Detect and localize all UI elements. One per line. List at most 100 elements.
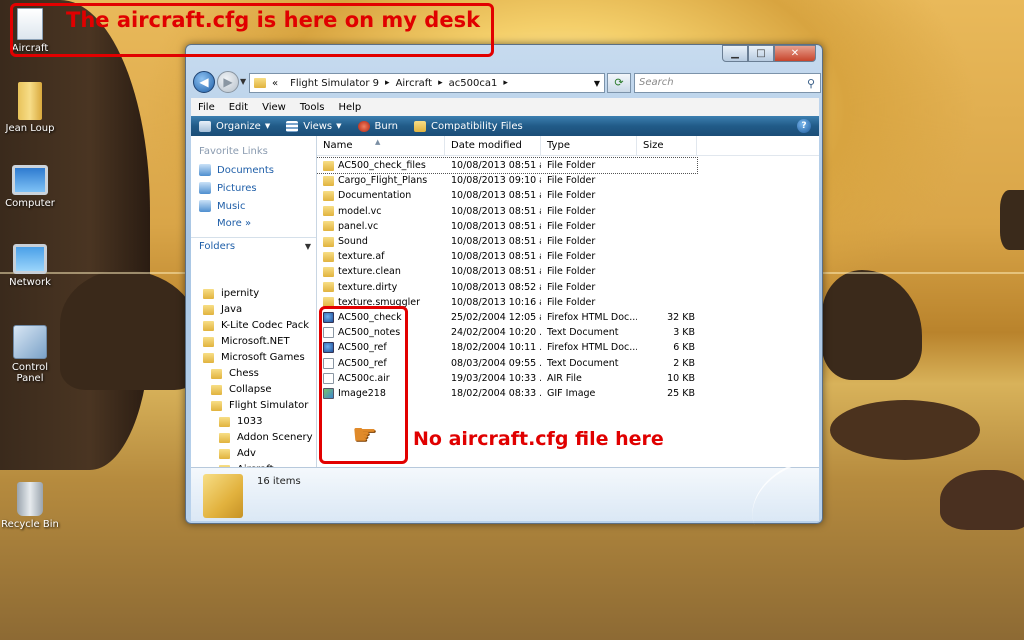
desktop-icon-network[interactable]: Network bbox=[0, 244, 60, 288]
tree-item[interactable]: Collapse bbox=[211, 382, 272, 397]
file-name-cell: texture.af bbox=[317, 251, 445, 262]
file-name-cell: AC500_check_files bbox=[317, 160, 445, 171]
file-name: Sound bbox=[338, 236, 368, 247]
documents-icon bbox=[199, 164, 211, 176]
file-name: texture.af bbox=[338, 251, 385, 263]
desktop-icon-computer[interactable]: Computer bbox=[0, 165, 60, 209]
favorite-pictures[interactable]: Pictures bbox=[199, 182, 257, 194]
background-rock bbox=[822, 270, 922, 380]
compatibility-files-button[interactable]: Compatibility Files bbox=[406, 120, 531, 132]
folder-icon bbox=[203, 288, 214, 299]
tree-item[interactable]: K-Lite Codec Pack bbox=[203, 318, 309, 333]
breadcrumb-item[interactable]: Flight Simulator 9 bbox=[290, 78, 379, 89]
desktop-icon-label: Jean Loup bbox=[5, 123, 55, 134]
folder-file-icon bbox=[323, 282, 334, 293]
minimize-button[interactable]: ▁ bbox=[722, 45, 748, 62]
tree-item[interactable]: Flight Simulator bbox=[211, 398, 308, 413]
tree-item[interactable]: Adv bbox=[219, 446, 256, 461]
desktop-icon-jean-loup[interactable]: Jean Loup bbox=[0, 82, 60, 134]
search-input[interactable]: Search ⚲ bbox=[634, 73, 821, 93]
help-icon[interactable]: ? bbox=[797, 119, 811, 133]
file-date-modified: 10/08/2013 08:51 a... bbox=[451, 266, 541, 278]
tree-item[interactable]: Microsoft Games bbox=[203, 350, 305, 365]
file-row[interactable]: Sound 10/08/2013 08:51 a... File Folder bbox=[317, 234, 819, 249]
column-header-type[interactable]: Type bbox=[541, 136, 637, 155]
command-bar: Organize ▼ Views ▼ Burn Compatibility Fi… bbox=[191, 116, 819, 136]
folder-file-icon bbox=[323, 175, 334, 186]
background-rock bbox=[830, 400, 980, 460]
address-dropdown-icon[interactable]: ▼ bbox=[594, 79, 600, 88]
file-date-modified: 10/08/2013 08:51 a... bbox=[451, 160, 541, 171]
organize-label: Organize bbox=[216, 120, 261, 132]
desktop-icon-recycle-bin[interactable]: Recycle Bin bbox=[0, 482, 60, 530]
breadcrumb-item[interactable]: Aircraft bbox=[396, 78, 433, 89]
tree-item[interactable]: Microsoft.NET bbox=[203, 334, 290, 349]
menu-help[interactable]: Help bbox=[331, 102, 368, 113]
column-header-name[interactable]: ▲ Name bbox=[317, 136, 445, 155]
tree-item[interactable]: Addon Scenery bbox=[219, 430, 313, 445]
breadcrumb-overflow[interactable]: « bbox=[272, 78, 278, 89]
breadcrumb-item[interactable]: ac500ca1 bbox=[449, 78, 498, 89]
desktop-icon-control-panel[interactable]: Control Panel bbox=[0, 325, 60, 384]
pictures-icon bbox=[199, 182, 211, 194]
file-name: Documentation bbox=[338, 190, 412, 202]
forward-button[interactable]: ▶ bbox=[217, 71, 239, 93]
tree-item-label: Chess bbox=[229, 368, 259, 379]
favorite-music[interactable]: Music bbox=[199, 200, 245, 212]
chevron-down-icon: ▼ bbox=[336, 122, 342, 130]
search-icon[interactable]: ⚲ bbox=[807, 75, 815, 93]
file-name: texture.dirty bbox=[338, 281, 398, 293]
favorite-more-link[interactable]: More » bbox=[217, 218, 251, 229]
file-name: Cargo_Flight_Plans bbox=[338, 175, 428, 187]
burn-button[interactable]: Burn bbox=[350, 120, 406, 132]
file-row[interactable]: model.vc 10/08/2013 08:51 a... File Folder bbox=[317, 204, 819, 219]
menu-edit[interactable]: Edit bbox=[222, 102, 255, 113]
file-row[interactable]: texture.af 10/08/2013 08:51 a... File Fold… bbox=[317, 249, 819, 264]
column-header-date[interactable]: Date modified bbox=[445, 136, 541, 155]
favorite-documents[interactable]: Documents bbox=[199, 164, 274, 176]
tree-item[interactable]: 1033 bbox=[219, 414, 262, 429]
folder-file-icon bbox=[323, 251, 334, 262]
file-date-modified: 18/02/2004 10:11 ... bbox=[451, 342, 541, 354]
tree-item-label: ipernity bbox=[221, 288, 260, 299]
pointing-hand-icon: ☛ bbox=[352, 418, 378, 451]
views-button[interactable]: Views ▼ bbox=[278, 120, 349, 132]
file-row[interactable]: AC500_check_files 10/08/2013 08:51 a... Fi… bbox=[317, 157, 698, 174]
file-row[interactable]: panel.vc 10/08/2013 08:51 a... File Folder bbox=[317, 219, 819, 234]
tree-item[interactable]: Java bbox=[203, 302, 242, 317]
file-type: File Folder bbox=[547, 160, 596, 171]
folder-icon bbox=[203, 320, 214, 331]
file-row[interactable]: Cargo_Flight_Plans 10/08/2013 09:10 a... F… bbox=[317, 173, 819, 188]
back-button[interactable]: ◀ bbox=[193, 71, 215, 93]
tree-item[interactable]: Chess bbox=[211, 366, 259, 381]
menu-tools[interactable]: Tools bbox=[293, 102, 332, 113]
file-type: File Folder bbox=[547, 236, 596, 247]
recent-pages-dropdown[interactable]: ▼ bbox=[240, 77, 246, 86]
breadcrumb-separator[interactable]: ▸ bbox=[503, 78, 508, 88]
refresh-button[interactable]: ⟳ bbox=[607, 73, 631, 93]
file-row[interactable]: texture.dirty 10/08/2013 08:52 a... File F… bbox=[317, 280, 819, 295]
file-row[interactable]: Documentation 10/08/2013 08:51 a... File F… bbox=[317, 188, 819, 203]
tree-item-label: 1033 bbox=[237, 416, 263, 427]
menu-view[interactable]: View bbox=[255, 102, 293, 113]
column-header-size[interactable]: Size bbox=[637, 136, 697, 155]
file-row[interactable]: texture.clean 10/08/2013 08:51 a... File F… bbox=[317, 264, 819, 279]
folders-header[interactable]: Folders ▼ bbox=[191, 237, 316, 255]
file-name: AC500_check_files bbox=[338, 160, 426, 171]
file-type: File Folder bbox=[547, 251, 596, 263]
organize-button[interactable]: Organize ▼ bbox=[191, 120, 278, 132]
menu-file[interactable]: File bbox=[191, 102, 222, 113]
folder-file-icon bbox=[323, 236, 334, 247]
decorative-swoosh bbox=[739, 463, 811, 525]
file-name-cell: texture.clean bbox=[317, 266, 445, 277]
close-button[interactable]: ✕ bbox=[774, 45, 816, 62]
maximize-button[interactable]: □ bbox=[748, 45, 774, 62]
address-bar[interactable]: « Flight Simulator 9 ▸ Aircraft ▸ ac500c… bbox=[249, 73, 605, 93]
file-date-modified: 10/08/2013 08:51 a... bbox=[451, 205, 541, 217]
file-type: File Folder bbox=[547, 281, 596, 293]
tree-item[interactable]: ipernity bbox=[203, 286, 259, 301]
breadcrumb-separator[interactable]: ▸ bbox=[385, 78, 390, 88]
file-type: GIF Image bbox=[547, 388, 596, 399]
breadcrumb-separator[interactable]: ▸ bbox=[438, 78, 443, 88]
file-name-cell: Sound bbox=[317, 236, 445, 247]
